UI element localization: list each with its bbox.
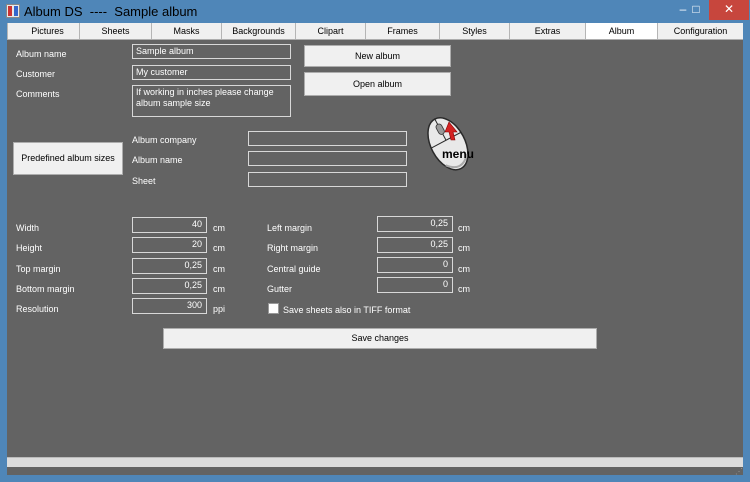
tab-frames[interactable]: Frames bbox=[365, 23, 439, 39]
right-margin-input[interactable]: 0,25 bbox=[377, 237, 453, 253]
resolution-label: Resolution bbox=[16, 304, 59, 314]
tab-styles[interactable]: Styles bbox=[439, 23, 509, 39]
maximize-icon: □ bbox=[692, 2, 700, 16]
gutter-unit: cm bbox=[458, 284, 470, 294]
album-name-label: Album name bbox=[16, 49, 67, 59]
bottom-margin-input[interactable]: 0,25 bbox=[132, 278, 207, 294]
width-unit: cm bbox=[213, 223, 225, 233]
tab-pictures[interactable]: Pictures bbox=[7, 23, 87, 39]
tab-clipart[interactable]: Clipart bbox=[295, 23, 365, 39]
comments-label: Comments bbox=[16, 89, 60, 99]
predefined-album-sizes-button[interactable]: Predefined album sizes bbox=[13, 142, 123, 175]
right-margin-unit: cm bbox=[458, 243, 470, 253]
album-name-input[interactable]: Sample album bbox=[132, 44, 291, 59]
right-margin-label: Right margin bbox=[267, 243, 319, 253]
bottom-margin-unit: cm bbox=[213, 284, 225, 294]
bottom-margin-label: Bottom margin bbox=[16, 284, 75, 294]
central-guide-label: Central guide bbox=[267, 264, 321, 274]
width-label: Width bbox=[16, 223, 40, 233]
tab-masks[interactable]: Masks bbox=[151, 23, 221, 39]
open-album-button[interactable]: Open album bbox=[304, 72, 451, 96]
mouse-menu[interactable]: menu bbox=[419, 102, 475, 182]
top-margin-label: Top margin bbox=[16, 264, 61, 274]
customer-label: Customer bbox=[16, 69, 56, 79]
window-title: Album DS ---- Sample album bbox=[24, 4, 198, 19]
predefined-album-name-label: Album name bbox=[132, 155, 183, 165]
gutter-label: Gutter bbox=[267, 284, 293, 294]
tab-extras[interactable]: Extras bbox=[509, 23, 585, 39]
tiff-checkbox[interactable] bbox=[268, 303, 279, 314]
top-margin-unit: cm bbox=[213, 264, 225, 274]
tab-backgrounds[interactable]: Backgrounds bbox=[221, 23, 295, 39]
left-margin-unit: cm bbox=[458, 223, 470, 233]
new-album-button[interactable]: New album bbox=[304, 45, 451, 67]
sheet-label: Sheet bbox=[132, 176, 156, 186]
save-changes-button[interactable]: Save changes bbox=[163, 328, 597, 349]
close-button[interactable]: ✕ bbox=[709, 0, 749, 20]
title-bar: Album DS ---- Sample album – ✕ bbox=[0, 0, 750, 23]
tab-configuration[interactable]: Configuration bbox=[657, 23, 743, 39]
customer-input[interactable]: My customer bbox=[132, 65, 291, 80]
close-icon: ✕ bbox=[723, 2, 735, 16]
sheet-input[interactable] bbox=[248, 172, 407, 187]
app-icon bbox=[6, 4, 20, 18]
resolution-unit: ppi bbox=[213, 304, 226, 314]
top-margin-input[interactable]: 0,25 bbox=[132, 258, 207, 274]
horizontal-scrollbar[interactable] bbox=[7, 457, 743, 467]
width-input[interactable]: 40 bbox=[132, 217, 207, 233]
predefined-album-name-input[interactable] bbox=[248, 151, 407, 166]
height-input[interactable]: 20 bbox=[132, 237, 207, 253]
height-label: Height bbox=[16, 243, 43, 253]
gutter-input[interactable]: 0 bbox=[377, 277, 453, 293]
size-grip-icon[interactable]: ⋰ bbox=[735, 468, 743, 476]
tab-album[interactable]: Album bbox=[585, 23, 657, 39]
comments-textarea[interactable]: If working in inches please change album… bbox=[132, 85, 291, 117]
height-unit: cm bbox=[213, 243, 225, 253]
tab-bar: Pictures Sheets Masks Backgrounds Clipar… bbox=[7, 23, 743, 40]
left-margin-input[interactable]: 0,25 bbox=[377, 216, 453, 232]
mouse-menu-label: menu bbox=[442, 147, 475, 161]
tiff-checkbox-label: Save sheets also in TIFF format bbox=[283, 305, 411, 315]
resolution-input[interactable]: 300 bbox=[132, 298, 207, 314]
left-margin-label: Left margin bbox=[267, 223, 313, 233]
mouse-icon bbox=[427, 117, 469, 171]
tab-sheets[interactable]: Sheets bbox=[79, 23, 151, 39]
album-panel: Pictures Sheets Masks Backgrounds Clipar… bbox=[7, 23, 743, 476]
central-guide-input[interactable]: 0 bbox=[377, 257, 453, 273]
central-guide-unit: cm bbox=[458, 264, 470, 274]
album-company-input[interactable] bbox=[248, 131, 407, 146]
album-company-label: Album company bbox=[132, 135, 197, 145]
maximize-button[interactable]: □ bbox=[683, 0, 709, 20]
